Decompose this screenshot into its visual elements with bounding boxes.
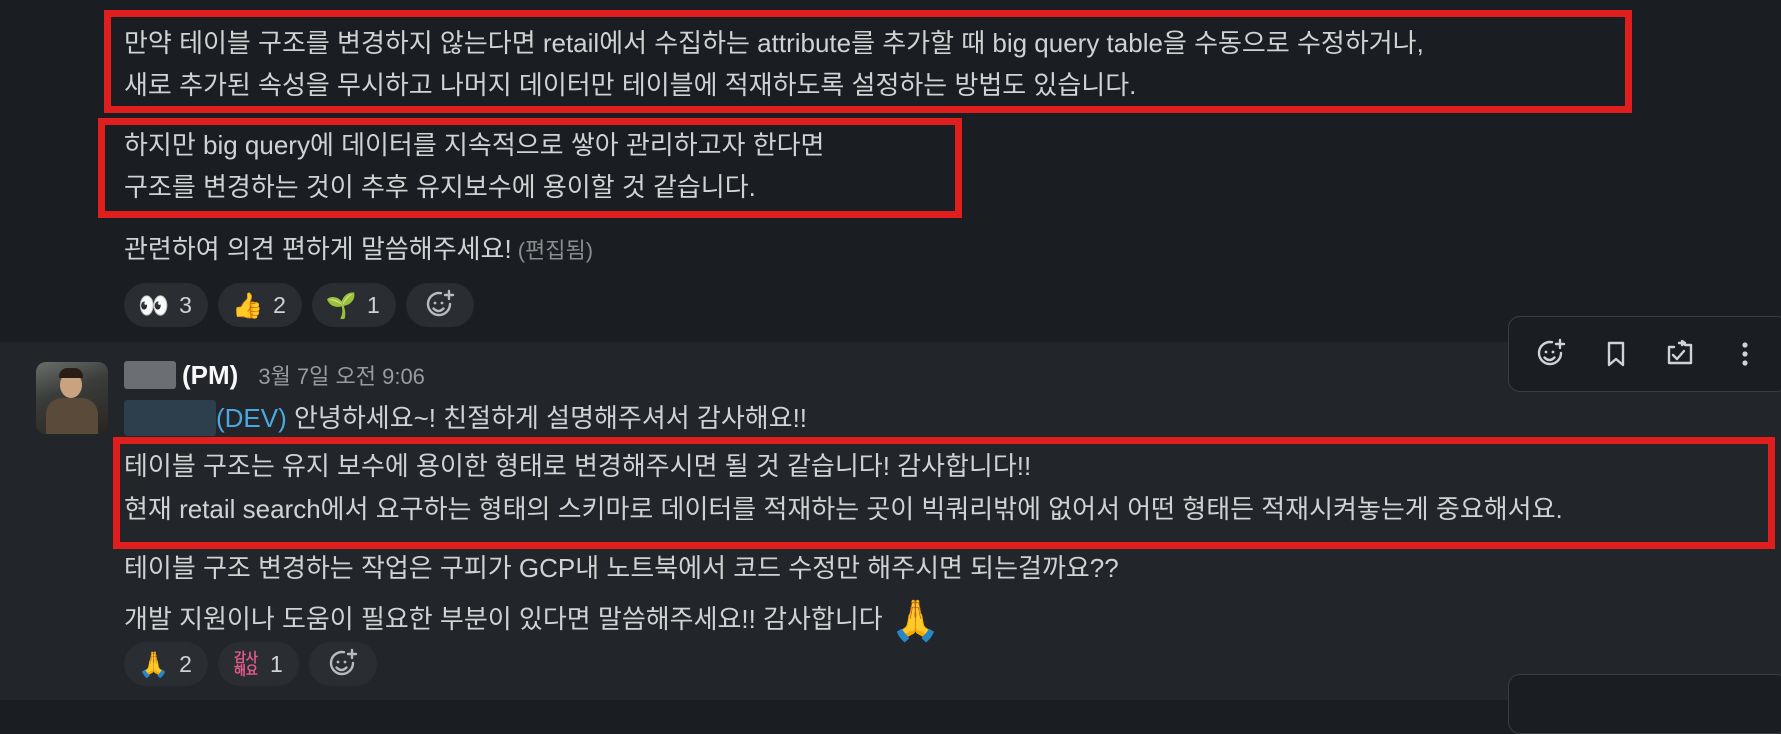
username[interactable]: (PM): [182, 360, 238, 391]
message-actions-toolbar-partial: [1508, 674, 1781, 734]
reaction-thanks[interactable]: 감사 해요 1: [217, 642, 299, 686]
add-reaction-icon: [1538, 338, 1566, 366]
folded-hands-emoji: 🙏: [890, 598, 941, 644]
reaction-thumbs-up[interactable]: 👍 2: [217, 283, 302, 327]
reaction-bar: 👀 3 👍 2 🌱 1: [124, 283, 474, 327]
message-text: (DEV) 안녕하세요~! 친절하게 설명해주셔서 감사해요!!: [124, 403, 807, 434]
forward-icon: [1668, 339, 1693, 365]
bookmark-action[interactable]: [1592, 330, 1640, 378]
avatar[interactable]: [36, 362, 108, 434]
message-text: 테이블 구조 변경하는 작업은 구피가 GCP내 노트북에서 코드 수정만 해주…: [124, 553, 1119, 583]
highlight-box: [98, 118, 962, 218]
forward-action[interactable]: [1656, 330, 1704, 378]
message-text: 개발 지원이나 도움이 필요한 부분이 있다면 말씀해주세요!! 감사합니다 🙏: [124, 597, 941, 645]
thumbs-up-emoji: 👍: [231, 290, 264, 320]
add-reaction-action[interactable]: [1527, 330, 1575, 378]
folded-hands-emoji: 🙏: [138, 649, 170, 679]
more-options-icon: [1742, 342, 1748, 366]
reaction-count: 1: [367, 291, 380, 318]
more-options-action[interactable]: [1721, 330, 1769, 378]
user-mention[interactable]: (DEV): [216, 403, 287, 433]
reaction-count: 2: [179, 650, 192, 677]
highlight-box: [104, 10, 1632, 113]
seedling-emoji: 🌱: [325, 290, 358, 320]
redacted-name: [124, 361, 176, 389]
add-reaction-button[interactable]: [405, 283, 474, 327]
bookmark-icon: [1607, 341, 1624, 367]
message-text: 관련하여 의견 편하게 말씀해주세요! (편집됨): [124, 234, 593, 265]
timestamp[interactable]: 3월 7일 오전 9:06: [258, 359, 425, 391]
add-reaction-icon: [426, 289, 455, 317]
avatar-body: [46, 398, 98, 434]
message-actions-toolbar: [1508, 316, 1781, 392]
edited-label: (편집됨): [517, 238, 594, 263]
reaction-count: 2: [273, 291, 286, 318]
eyes-emoji: 👀: [138, 290, 170, 320]
highlight-box: [113, 437, 1775, 549]
thanks-emoji-line2: 해요: [233, 663, 258, 678]
thanks-custom-emoji: 감사 해요: [232, 651, 260, 677]
add-reaction-button[interactable]: [308, 642, 377, 686]
message-text-content: 개발 지원이나 도움이 필요한 부분이 있다면 말씀해주세요!! 감사합니다: [124, 604, 883, 634]
reaction-count: 1: [269, 650, 283, 677]
message-text-content: 관련하여 의견 편하게 말씀해주세요!: [124, 234, 512, 264]
add-reaction-icon: [329, 648, 357, 676]
message-header: (PM) 3월 7일 오전 9:06: [124, 360, 425, 390]
avatar-hair: [59, 368, 83, 378]
reaction-count: 3: [179, 291, 192, 318]
reaction-eyes[interactable]: 👀 3: [124, 283, 208, 327]
reaction-bar: 🙏 2 감사 해요 1: [124, 642, 377, 686]
greeting-text: 안녕하세요~! 친절하게 설명해주셔서 감사해요!!: [294, 403, 808, 433]
reaction-folded-hands[interactable]: 🙏 2: [124, 642, 208, 686]
reaction-seedling[interactable]: 🌱 1: [311, 283, 396, 327]
